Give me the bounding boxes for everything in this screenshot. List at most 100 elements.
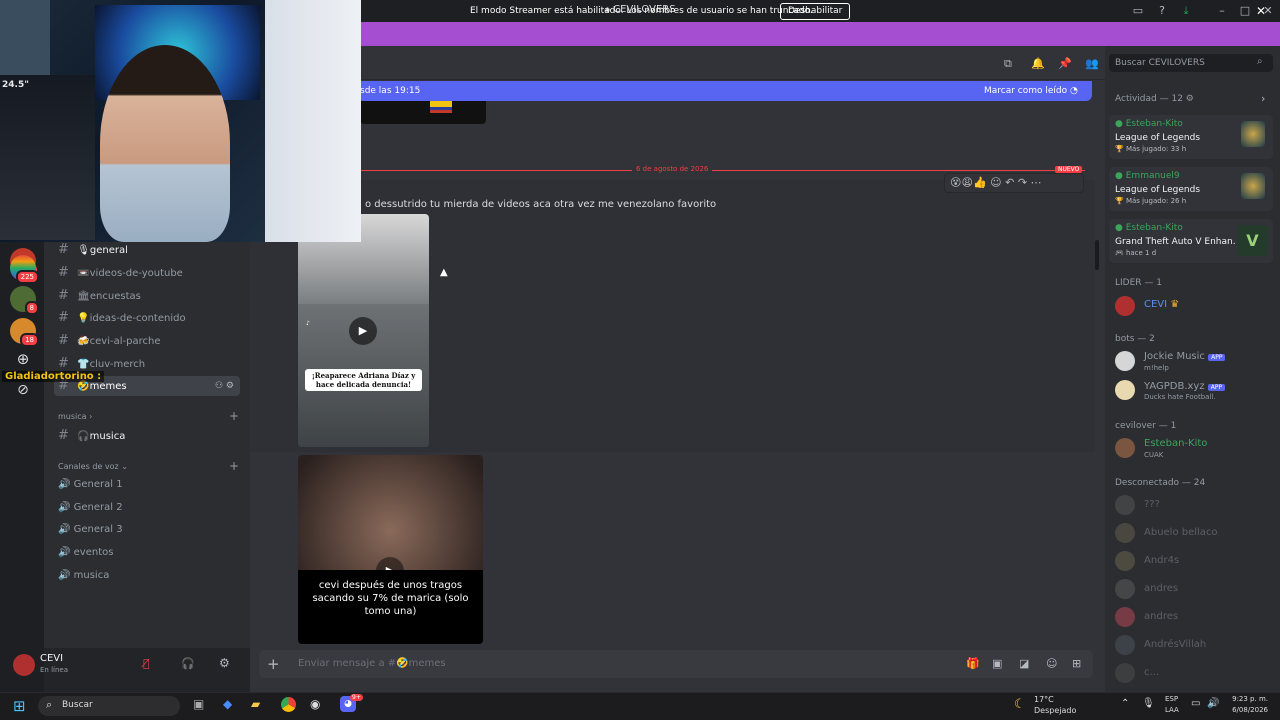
channel-ideas-de-contenido[interactable]: # 💡ideas-de-contenido <box>58 308 244 328</box>
invite-settings-icon[interactable]: ⚇ ⚙ <box>215 376 234 396</box>
mark-read-button[interactable]: Marcar como leído ◔ <box>984 86 1078 96</box>
banner-close-icon[interactable]: ✕ <box>1256 4 1266 18</box>
minimize-icon[interactable]: – <box>1214 4 1230 17</box>
help-icon[interactable]: ? <box>1154 4 1170 17</box>
play-icon[interactable]: ▶ <box>349 317 377 345</box>
streamer <box>100 45 230 242</box>
video-attachment-2[interactable]: ▶ cevi después de unos tragos sacando su… <box>298 455 483 644</box>
channel-videos-de-youtube[interactable]: # 📼videos-de-youtube <box>58 263 244 283</box>
avatar[interactable] <box>1115 579 1135 599</box>
server-icon-4[interactable]: 18 <box>10 318 39 347</box>
offline-member[interactable]: ??? <box>1144 499 1160 510</box>
task-view-icon[interactable]: ▣ <box>193 697 204 711</box>
lol-game-icon <box>1241 121 1265 147</box>
emoji-icon[interactable]: ☺ <box>1046 657 1057 670</box>
add-channel-icon[interactable]: + <box>229 409 239 423</box>
add-reaction-icon[interactable]: ☺ <box>990 176 1001 189</box>
message-input[interactable]: Enviar mensaje a #🤣memes <box>298 658 446 669</box>
apps-icon[interactable]: ⊞ <box>1072 657 1081 670</box>
voice-channel-general-2[interactable]: 🔊 General 2 <box>58 498 123 518</box>
avatar[interactable] <box>1115 523 1135 543</box>
search-input[interactable]: Buscar CEVILOVERS <box>1115 58 1205 68</box>
settings-icon[interactable]: ⚙ <box>219 656 230 670</box>
avatar[interactable] <box>1115 663 1135 683</box>
channel-encuestas[interactable]: # 🏛encuestas <box>58 286 244 306</box>
new-messages-bar[interactable] <box>357 81 1092 101</box>
threads-icon[interactable]: ⧉ <box>1004 57 1012 71</box>
avatar[interactable] <box>1115 351 1135 371</box>
headphones-icon[interactable]: 🎧 <box>181 657 195 670</box>
disable-streamer-button[interactable]: Deshabilitar <box>780 3 851 20</box>
taskbar-search[interactable] <box>38 696 180 716</box>
attach-icon[interactable]: + <box>267 655 280 673</box>
search-icon[interactable]: ⌕ <box>1257 56 1263 67</box>
offline-member[interactable]: AndrésVillah <box>1144 639 1206 650</box>
network-icon[interactable]: ▭ <box>1191 698 1200 709</box>
gift-icon[interactable]: 🎁 <box>966 657 980 670</box>
offline-member[interactable]: andres <box>1144 611 1178 622</box>
add-server-icon[interactable]: ⊕ <box>10 350 36 372</box>
channel-musica[interactable]: # 🎧musica <box>58 426 244 446</box>
member-cevi[interactable]: CEVI ♛ <box>1144 299 1179 310</box>
chevron-right-icon[interactable]: › <box>1261 92 1265 105</box>
app-badge: APP <box>1208 354 1226 361</box>
bell-icon[interactable]: 🔔 <box>1031 57 1045 70</box>
folder-icon[interactable]: ▰ <box>251 697 260 711</box>
chevron-up-icon[interactable]: ⌃ <box>1121 698 1129 709</box>
avatar[interactable] <box>1115 607 1135 627</box>
avatar[interactable] <box>13 654 35 676</box>
language-primary[interactable]: ESP <box>1165 695 1178 703</box>
obs-icon[interactable]: ◉ <box>310 697 320 711</box>
member-yagpdb[interactable]: YAGPDB.xyz APP <box>1144 381 1226 392</box>
offline-member[interactable]: c... <box>1144 667 1159 678</box>
windows-start-icon[interactable]: ⊞ <box>13 697 26 715</box>
gif-icon[interactable]: ▣ <box>992 657 1002 670</box>
avatar[interactable] <box>1115 495 1135 515</box>
maximize-icon[interactable]: □ <box>1237 4 1253 17</box>
reaction-emoji-icon[interactable]: 😵 <box>950 176 961 189</box>
inbox-icon[interactable]: ▭ <box>1130 4 1146 17</box>
chat-scrollbar[interactable] <box>1095 240 1099 270</box>
offline-member[interactable]: Andr4s <box>1144 555 1179 566</box>
voice-channel-musica[interactable]: 🔊 musica <box>58 566 109 586</box>
avatar[interactable] <box>1115 438 1135 458</box>
weather-temp[interactable]: 17°C <box>1034 695 1054 704</box>
voice-channel-eventos[interactable]: 🔊 eventos <box>58 543 113 563</box>
voice-channel-general-3[interactable]: 🔊 General 3 <box>58 520 123 540</box>
video-attachment-1[interactable]: ♪ ▶ ¡Reaparece Adriana Díaz y hace delic… <box>298 214 429 447</box>
server-icon-2[interactable]: 225 <box>10 255 39 284</box>
pin-icon[interactable]: 📌 <box>1058 57 1072 70</box>
offline-member[interactable]: andres <box>1144 583 1178 594</box>
sticker-icon[interactable]: ◪ <box>1019 657 1029 670</box>
avatar[interactable] <box>1115 635 1135 655</box>
add-voice-channel-icon[interactable]: + <box>229 459 239 473</box>
reaction-emoji-icon[interactable]: 😩 <box>961 176 972 189</box>
mic-icon[interactable]: 🎙 <box>1142 698 1155 709</box>
previous-attachment[interactable] <box>360 101 486 124</box>
forward-icon[interactable]: ↷ <box>1018 176 1027 189</box>
mic-muted-icon[interactable]: 🎙̸ <box>143 657 150 670</box>
thumbs-up-icon[interactable]: 👍 <box>973 176 987 189</box>
app-icon[interactable]: ◆ <box>223 697 232 711</box>
offline-member[interactable]: Abuelo bellaco <box>1144 527 1218 538</box>
avatar[interactable] <box>1115 551 1135 571</box>
member-jockie[interactable]: Jockie Music APP <box>1144 351 1226 362</box>
clock-time[interactable]: 9:23 p. m. <box>1224 695 1268 703</box>
server-icon-3[interactable]: 8 <box>10 286 39 315</box>
avatar[interactable] <box>1115 296 1135 316</box>
reply-icon[interactable]: ↶ <box>1005 176 1014 189</box>
channel-general[interactable]: # 🎙general <box>58 240 244 260</box>
category-musica[interactable]: musica › <box>58 412 92 421</box>
more-icon[interactable]: ⋯ <box>1031 176 1042 189</box>
member-list-icon[interactable]: 👥 <box>1085 57 1099 70</box>
download-icon[interactable]: ⤓ <box>1178 4 1194 18</box>
volume-icon[interactable]: 🔊 <box>1207 698 1219 709</box>
avatar[interactable] <box>1115 380 1135 400</box>
member-esteban-kito[interactable]: Esteban-Kito <box>1144 438 1207 449</box>
chrome-icon[interactable] <box>281 697 296 712</box>
category-voice[interactable]: Canales de voz ⌄ <box>58 462 128 471</box>
activity-header[interactable]: Actividad — 12 ⚙ <box>1115 94 1194 104</box>
channel-cevi-al-parche[interactable]: # 🍻cevi-al-parche <box>58 331 244 351</box>
discover-icon[interactable]: ⊘ <box>10 382 36 404</box>
voice-channel-general-1[interactable]: 🔊 General 1 <box>58 475 123 495</box>
